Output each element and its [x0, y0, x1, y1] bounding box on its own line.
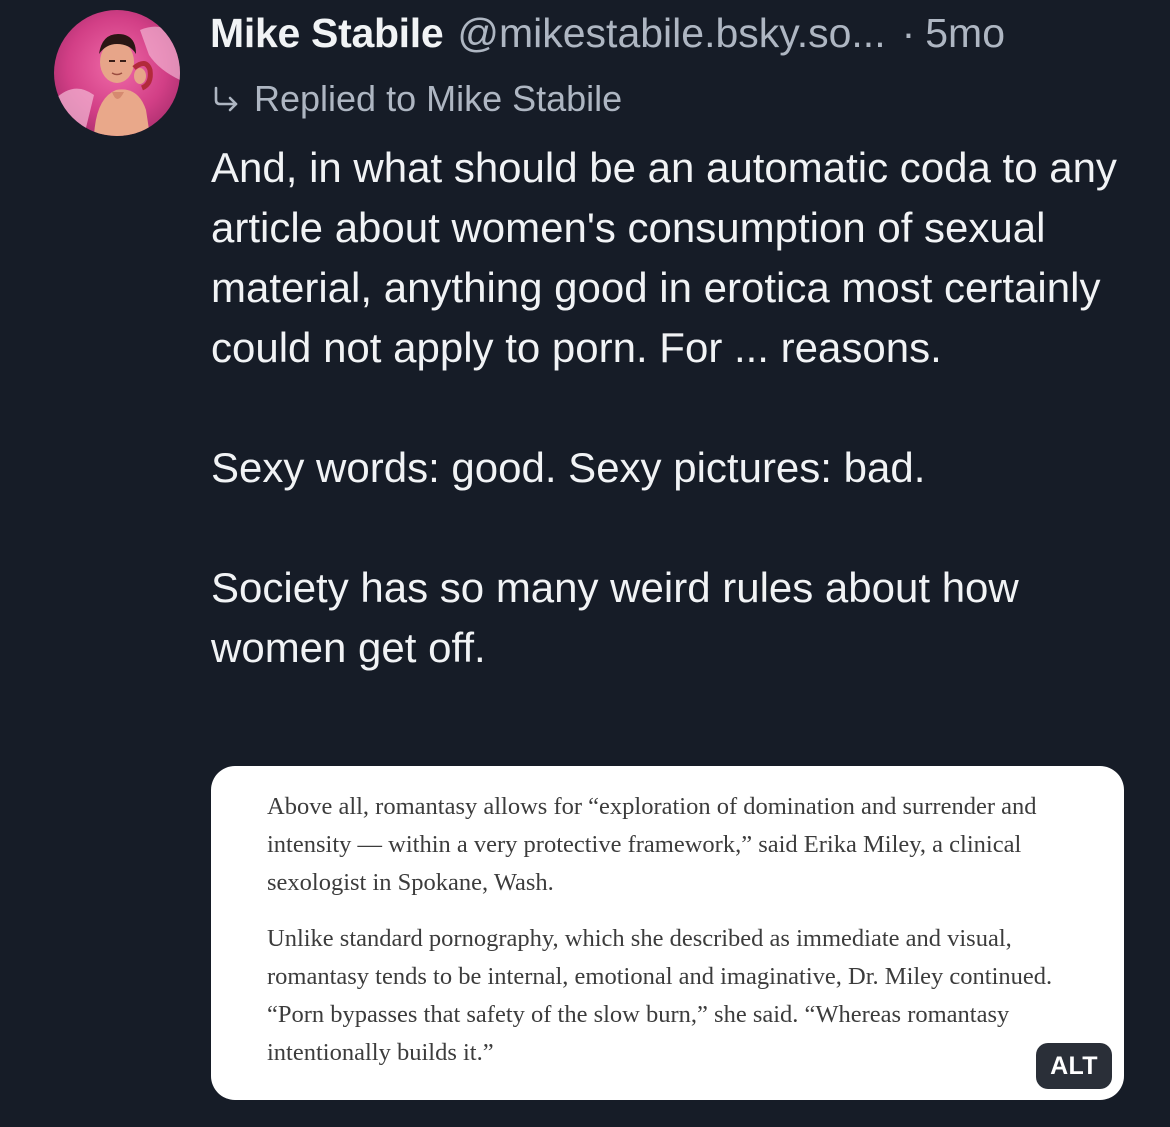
header-separator: · [901, 10, 916, 56]
author-handle[interactable]: @mikestabile.bsky.so... [457, 10, 885, 57]
alt-text-badge[interactable]: ALT [1036, 1043, 1112, 1089]
embedded-image-text: Above all, romantasy allows for “explora… [267, 788, 1077, 1072]
reply-context[interactable]: Replied to Mike Stabile [212, 76, 622, 122]
author-display-name[interactable]: Mike Stabile [210, 10, 444, 57]
reply-context-label: Replied to Mike Stabile [254, 78, 623, 119]
post-header: Mike Stabile @mikestabile.bsky.so... · 5… [210, 10, 1150, 60]
embedded-image-paragraph: Above all, romantasy allows for “explora… [267, 793, 1037, 896]
reply-arrow-icon [214, 86, 238, 112]
embedded-image[interactable]: Above all, romantasy allows for “explora… [211, 766, 1124, 1100]
avatar-photo [54, 10, 180, 136]
post-timestamp[interactable]: 5mo [925, 10, 1005, 57]
post-paragraph: Society has so many weird rules about ho… [211, 564, 1019, 671]
post: Mike Stabile @mikestabile.bsky.so... · 5… [0, 0, 1170, 1127]
avatar[interactable] [54, 10, 180, 136]
post-text: And, in what should be an automatic coda… [211, 138, 1141, 678]
embedded-image-paragraph: Unlike standard pornography, which she d… [267, 925, 1053, 1066]
post-paragraph: Sexy words: good. Sexy pictures: bad. [211, 444, 926, 491]
post-paragraph: And, in what should be an automatic coda… [211, 144, 1117, 371]
